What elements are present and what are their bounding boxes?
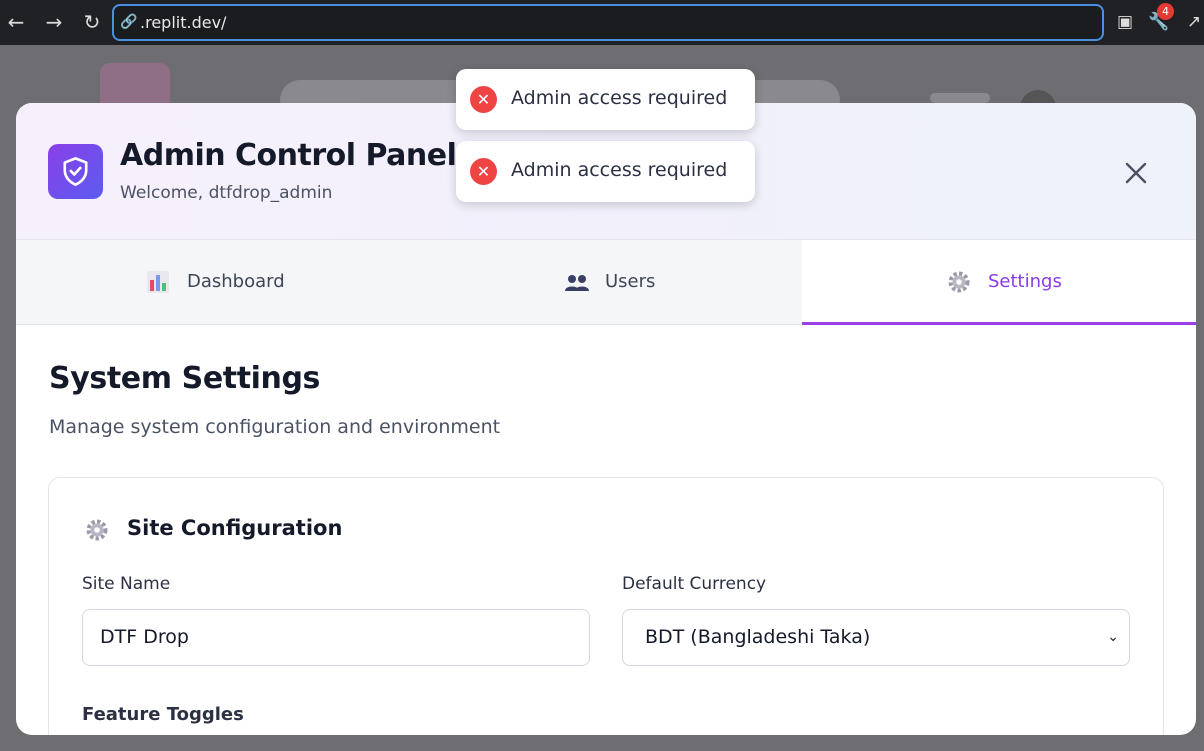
tab-users[interactable]: Users [409,240,802,325]
tab-users-label: Users [605,271,656,292]
error-x-icon: ✕ [470,86,497,113]
tab-settings-label: Settings [988,271,1062,292]
tab-dashboard-label: Dashboard [187,271,285,292]
shield-icon [48,144,103,199]
gear-icon [947,270,973,296]
section-heading: System Settings [49,361,321,396]
card-title: Site Configuration [127,516,343,540]
site-name-label: Site Name [82,574,171,594]
url-text: .replit.dev/ [140,13,227,32]
gear-icon [85,518,111,544]
section-subheading: Manage system configuration and environm… [49,416,501,438]
currency-select[interactable]: BDT (Bangladeshi Taka) ⌄ [622,609,1130,666]
chevron-down-icon: ⌄ [1107,629,1119,645]
currency-selected-value: BDT (Bangladeshi Taka) [645,626,871,648]
feature-toggles-label: Feature Toggles [82,704,244,725]
toast-message: Admin access required [511,159,728,181]
site-name-input[interactable]: DTF Drop [82,609,590,666]
browser-toolbar: ← → ↻ 🔗 .replit.dev/ ▣ 🔧 4 ↗ [0,0,1204,45]
link-icon: 🔗 [120,14,138,30]
tab-dashboard[interactable]: Dashboard [16,240,409,325]
forward-arrow-icon[interactable]: → [40,8,68,36]
toast-message: Admin access required [511,87,728,109]
tab-bar: Dashboard Users Settings [16,240,1196,325]
address-bar[interactable]: 🔗 .replit.dev/ [112,4,1104,41]
currency-label: Default Currency [622,574,767,594]
external-link-icon[interactable]: ↗ [1182,10,1204,34]
site-configuration-card: Site Configuration Site Name DTF Drop De… [48,477,1164,735]
modal-title: Admin Control Panel [120,138,457,173]
notification-badge: 4 [1157,3,1174,20]
close-icon[interactable] [1121,158,1151,188]
devices-icon[interactable]: ▣ [1113,10,1137,34]
users-icon [564,270,590,296]
welcome-text: Welcome, dtfdrop_admin [120,183,333,203]
bar-chart-icon [146,270,172,296]
background-nav [930,93,990,103]
error-x-icon: ✕ [470,158,497,185]
error-toast[interactable]: ✕ Admin access required [456,69,755,130]
reload-icon[interactable]: ↻ [78,8,106,36]
error-toast[interactable]: ✕ Admin access required [456,141,755,202]
tab-settings[interactable]: Settings [802,240,1196,325]
back-arrow-icon[interactable]: ← [2,8,30,36]
